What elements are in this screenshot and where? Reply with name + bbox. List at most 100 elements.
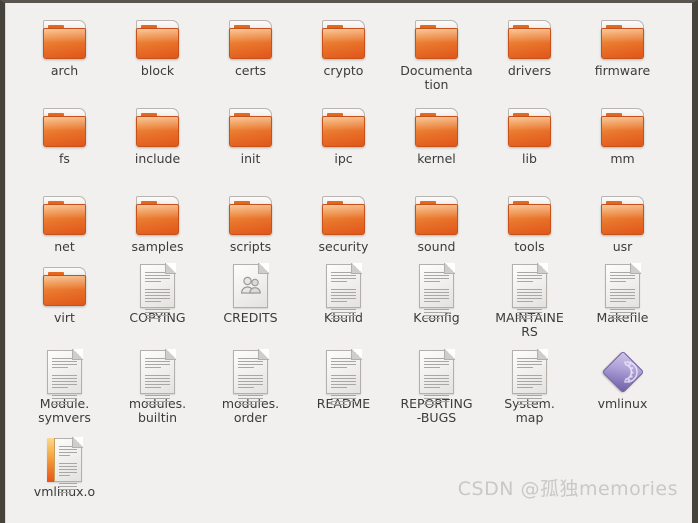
file-icon-container[interactable] (40, 11, 90, 61)
doc-line (331, 381, 356, 382)
file-item[interactable]: include (111, 99, 204, 166)
file-icon-container[interactable] (505, 187, 555, 237)
file-item[interactable]: tools (483, 187, 576, 254)
file-item[interactable]: firmware (576, 11, 669, 78)
file-item[interactable]: README (297, 344, 390, 411)
folder-icon (320, 20, 367, 61)
file-item[interactable]: crypto (297, 11, 390, 78)
doc-line (145, 367, 161, 368)
doc-line (610, 312, 635, 313)
file-icon-container[interactable] (319, 258, 369, 319)
file-item[interactable]: lib (483, 99, 576, 166)
file-icon-container[interactable] (133, 258, 183, 319)
file-icon-container[interactable] (40, 258, 90, 308)
doc-line (145, 401, 170, 402)
file-item[interactable]: Kbuild (297, 258, 390, 325)
file-icon-container[interactable] (412, 99, 462, 149)
file-item[interactable]: vmlinux.o (18, 432, 111, 499)
file-item[interactable]: Documenta tion (390, 11, 483, 92)
file-item[interactable]: drivers (483, 11, 576, 78)
file-icon-container[interactable] (319, 187, 369, 237)
file-icon-container[interactable] (133, 187, 183, 237)
file-icon-container[interactable] (226, 344, 276, 405)
doc-line (331, 384, 356, 385)
file-icon-container[interactable] (133, 99, 183, 149)
file-item[interactable]: scripts (204, 187, 297, 254)
doc-line (424, 312, 449, 313)
doc-text-lines (424, 358, 449, 407)
file-item[interactable]: security (297, 187, 390, 254)
file-icon-container[interactable] (133, 344, 183, 405)
file-item[interactable]: virt (18, 258, 111, 325)
file-icon-container[interactable] (133, 11, 183, 61)
file-item[interactable]: ipc (297, 99, 390, 166)
file-label: CREDITS (223, 310, 278, 325)
file-item[interactable]: Kconfig (390, 258, 483, 325)
file-item[interactable]: Makefile (576, 258, 669, 325)
doc-line (517, 289, 542, 290)
file-item[interactable]: net (18, 187, 111, 254)
file-icon-container[interactable] (598, 258, 648, 319)
file-icon-container[interactable] (226, 11, 276, 61)
file-icon-container[interactable] (598, 187, 648, 237)
binary-spine (47, 438, 55, 482)
file-item[interactable]: init (204, 99, 297, 166)
file-item[interactable]: modules. order (204, 344, 297, 425)
file-icon-container[interactable] (319, 11, 369, 61)
file-item[interactable]: block (111, 11, 204, 78)
file-icon-container[interactable] (226, 99, 276, 149)
doc-line (52, 401, 77, 402)
file-icon-container[interactable] (412, 258, 462, 319)
file-icon-container[interactable] (40, 432, 90, 493)
folder-body (43, 275, 86, 306)
doc-line (331, 367, 347, 368)
file-item[interactable]: vmlinux (576, 344, 669, 411)
file-icon-container[interactable] (412, 344, 462, 405)
doc-line (424, 384, 449, 385)
folder-icon (41, 196, 88, 237)
file-icon-container[interactable] (505, 11, 555, 61)
file-icon-container[interactable] (412, 187, 462, 237)
doc-line (331, 278, 356, 279)
doc-corner-fold (72, 349, 83, 360)
doc-line (145, 278, 170, 279)
file-item[interactable]: mm (576, 99, 669, 166)
doc-corner-fold (537, 263, 548, 274)
file-item[interactable]: arch (18, 11, 111, 78)
file-item[interactable]: COPYING (111, 258, 204, 325)
file-icon-container[interactable] (40, 187, 90, 237)
file-item[interactable]: certs (204, 11, 297, 78)
file-icon-container[interactable] (319, 344, 369, 405)
file-icon-container[interactable] (40, 344, 90, 405)
file-icon-container[interactable] (598, 344, 648, 394)
file-item[interactable]: fs (18, 99, 111, 166)
file-item[interactable]: usr (576, 187, 669, 254)
file-item[interactable]: Module. symvers (18, 344, 111, 425)
file-item[interactable]: MAINTAINE RS (483, 258, 576, 339)
doc-line (424, 275, 449, 276)
file-item[interactable]: sound (390, 187, 483, 254)
file-item[interactable]: CREDITS (204, 258, 297, 325)
folder-body (508, 116, 551, 147)
file-icon-container[interactable] (40, 99, 90, 149)
file-item[interactable]: System. map (483, 344, 576, 425)
file-icon-container[interactable] (319, 99, 369, 149)
file-icon-container[interactable] (598, 11, 648, 61)
file-icon-container[interactable] (412, 11, 462, 61)
doc-line (610, 298, 635, 299)
icon-view-canvas[interactable]: arch block certs crypto Documenta tion driver… (5, 3, 692, 523)
file-icon-container[interactable] (226, 258, 276, 308)
file-item[interactable]: REPORTING -BUGS (390, 344, 483, 425)
contacts-document-icon (233, 263, 269, 308)
doc-line (424, 378, 449, 379)
file-item[interactable]: modules. builtin (111, 344, 204, 425)
file-icon-container[interactable] (226, 187, 276, 237)
file-icon-container[interactable] (598, 99, 648, 149)
file-item[interactable]: kernel (390, 99, 483, 166)
file-icon-container[interactable] (505, 258, 555, 319)
file-item[interactable]: samples (111, 187, 204, 254)
folder-icon (413, 196, 460, 237)
doc-line (517, 381, 542, 382)
file-icon-container[interactable] (505, 99, 555, 149)
file-icon-container[interactable] (505, 344, 555, 405)
